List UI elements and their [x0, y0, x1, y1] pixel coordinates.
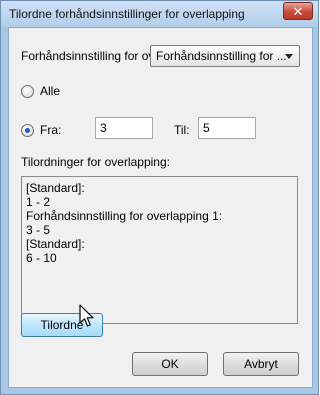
title-bar[interactable]: Tilordne forhåndsinnstillinger for overl… — [1, 1, 318, 27]
ok-button[interactable]: OK — [132, 352, 208, 376]
assignments-list[interactable]: [Standard]: 1 - 2 Forhåndsinnstilling fo… — [21, 176, 298, 324]
mouse-cursor-icon — [79, 304, 94, 327]
from-input[interactable]: 3 — [95, 117, 153, 139]
assignments-label: Tilordninger for overlapping: — [21, 155, 170, 169]
list-item: [Standard]: — [26, 181, 85, 195]
radio-from-label[interactable]: Fra: — [40, 123, 61, 137]
preset-label: Forhåndsinnstilling for ov... — [21, 49, 164, 63]
preset-dropdown[interactable]: Forhåndsinnstilling for ... — [150, 45, 300, 67]
list-item: 1 - 2 — [26, 195, 51, 209]
cancel-button[interactable]: Avbryt — [223, 352, 299, 376]
radio-all[interactable] — [21, 85, 34, 98]
list-item: 3 - 5 — [26, 223, 51, 237]
radio-from[interactable] — [21, 124, 34, 137]
preset-dropdown-value: Forhåndsinnstilling for ... — [156, 49, 287, 63]
window-title: Tilordne forhåndsinnstillinger for overl… — [9, 7, 245, 21]
list-item: [Standard]: — [26, 237, 85, 251]
close-icon: ✕ — [292, 4, 304, 19]
to-input[interactable]: 5 — [198, 117, 256, 139]
list-item: Forhåndsinnstilling for overlapping 1: — [26, 209, 223, 223]
list-item: 6 - 10 — [26, 251, 57, 265]
to-label: Til: — [174, 123, 190, 137]
chevron-down-icon — [285, 54, 293, 59]
radio-all-label[interactable]: Alle — [40, 84, 60, 98]
dialog-body: Forhåndsinnstilling for ov... Forhåndsin… — [8, 27, 313, 388]
dialog-window: Tilordne forhåndsinnstillinger for overl… — [0, 0, 319, 395]
close-button[interactable]: ✕ — [283, 2, 313, 20]
